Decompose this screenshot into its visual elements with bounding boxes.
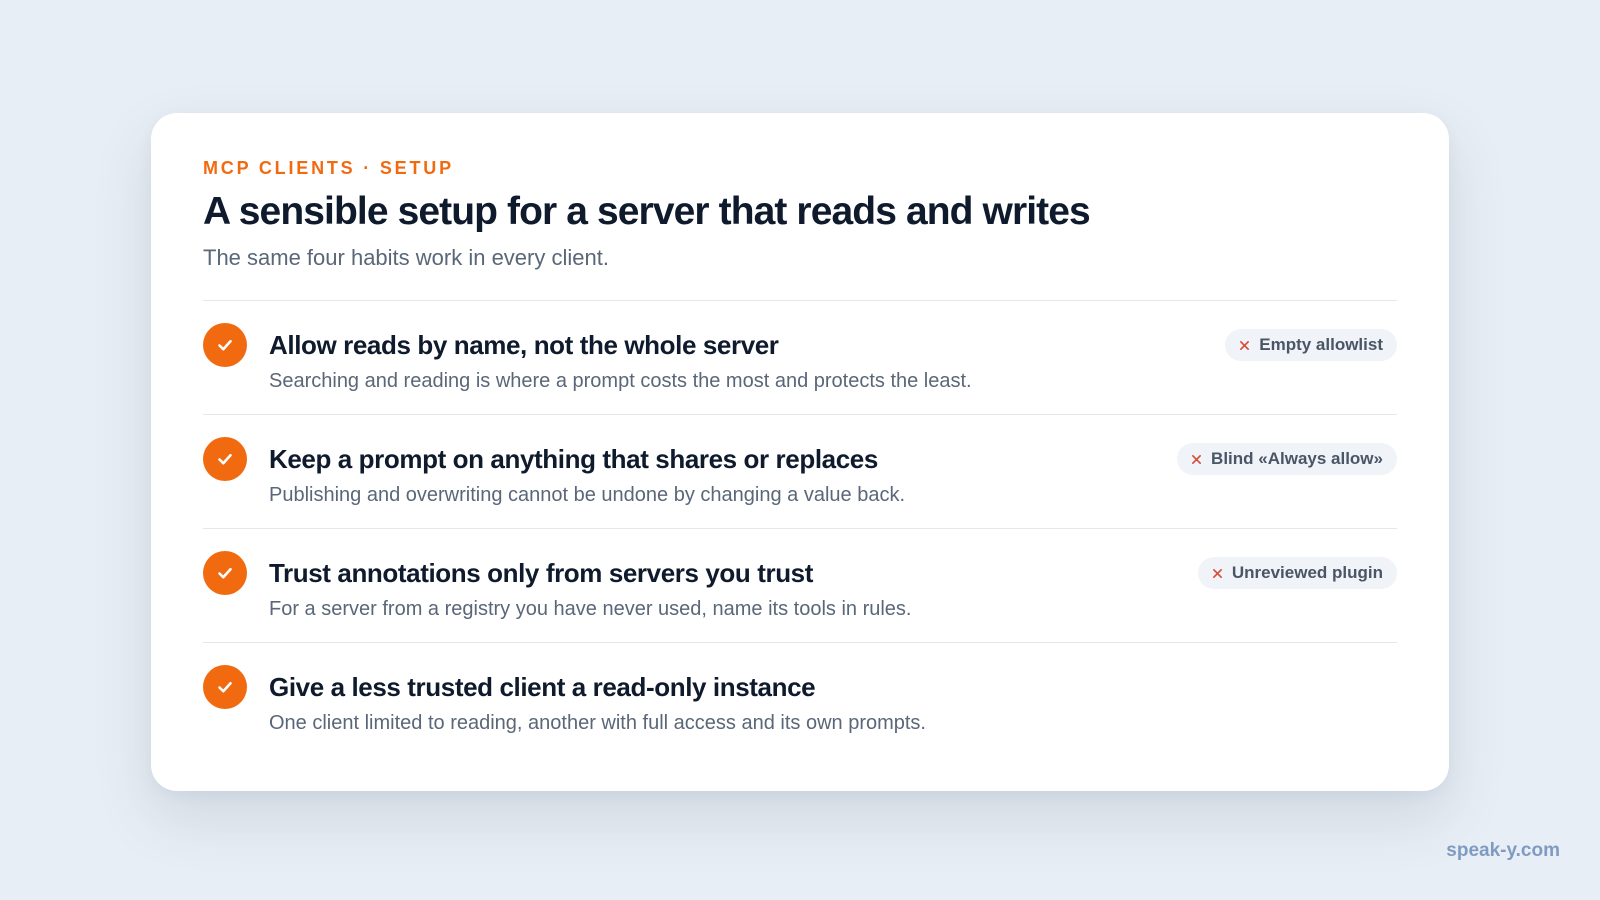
item-description: For a server from a registry you have ne…	[269, 598, 912, 620]
x-icon	[1212, 568, 1222, 578]
item-title: Keep a prompt on anything that shares or…	[269, 444, 878, 474]
list-item: Keep a prompt on anything that shares or…	[203, 415, 1397, 529]
page-subtitle: The same four habits work in every clien…	[203, 245, 609, 270]
badge-label: Empty allowlist	[1259, 335, 1383, 354]
setup-card: MCP CLIENTS · SETUP A sensible setup for…	[151, 113, 1449, 791]
item-title: Trust annotations only from servers you …	[269, 558, 813, 588]
check-icon	[203, 437, 247, 481]
badge-label: Blind «Always allow»	[1211, 449, 1383, 468]
check-icon	[203, 551, 247, 595]
check-icon	[203, 323, 247, 367]
site-watermark: speak-y.com	[1446, 840, 1560, 861]
anti-pattern-badge: Empty allowlist	[1225, 329, 1397, 361]
item-description: One client limited to reading, another w…	[269, 712, 926, 734]
x-icon	[1240, 340, 1250, 350]
anti-pattern-badge: Blind «Always allow»	[1177, 443, 1397, 475]
list-item: Trust annotations only from servers you …	[203, 529, 1397, 643]
item-title: Allow reads by name, not the whole serve…	[269, 330, 779, 360]
x-icon	[1192, 454, 1202, 464]
badge-label: Unreviewed plugin	[1231, 563, 1383, 582]
eyebrow-label: MCP CLIENTS · SETUP	[203, 158, 454, 178]
list-item: Allow reads by name, not the whole serve…	[203, 301, 1397, 415]
item-description: Publishing and overwriting cannot be und…	[269, 484, 905, 506]
item-title: Give a less trusted client a read-only i…	[269, 672, 816, 702]
check-icon	[203, 665, 247, 709]
anti-pattern-badge: Unreviewed plugin	[1197, 557, 1397, 589]
list-item: Give a less trusted client a read-only i…	[203, 643, 1397, 757]
item-description: Searching and reading is where a prompt …	[269, 370, 972, 392]
habit-list: Allow reads by name, not the whole serve…	[203, 300, 1397, 757]
page-title: A sensible setup for a server that reads…	[203, 190, 1091, 233]
